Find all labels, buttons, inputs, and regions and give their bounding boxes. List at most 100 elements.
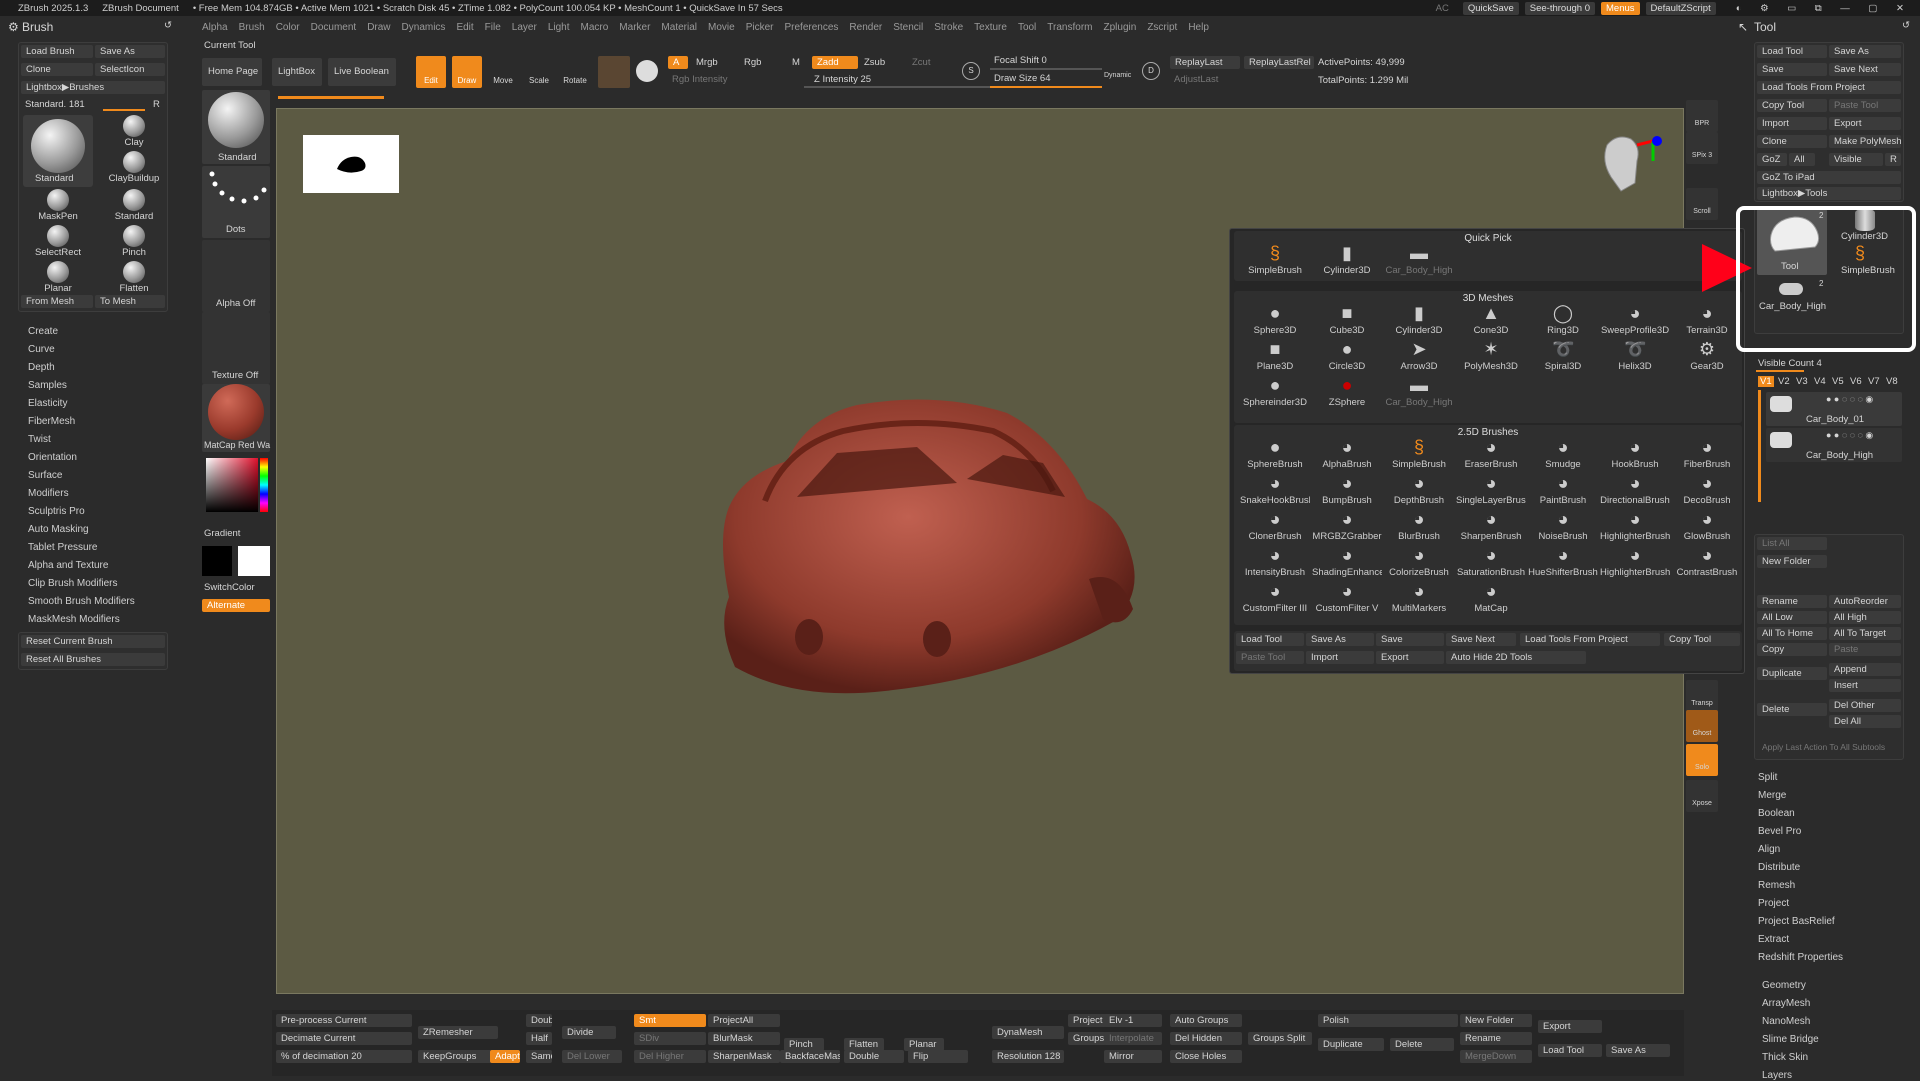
- tool-customfilter-iii[interactable]: ◕ CustomFilter III: [1240, 581, 1310, 614]
- home-page-button[interactable]: Home Page: [202, 58, 262, 86]
- bottom-duplicate[interactable]: Duplicate: [1318, 1038, 1384, 1051]
- menu-zplugin[interactable]: Zplugin: [1104, 22, 1137, 33]
- bottom-load-tool[interactable]: Load Tool: [1538, 1044, 1602, 1057]
- brush-menu-alpha-and-texture[interactable]: Alpha and Texture: [28, 560, 108, 571]
- tool-sharpenbrush[interactable]: ◕ SharpenBrush: [1456, 509, 1526, 542]
- alpha-slot[interactable]: Alpha Off: [202, 240, 270, 312]
- menu-texture[interactable]: Texture: [974, 22, 1007, 33]
- tool-terrain3d[interactable]: ◕ Terrain3D: [1672, 303, 1742, 336]
- bottom-pre-process-current[interactable]: Pre-process Current: [276, 1014, 412, 1027]
- subtool-all-low-button[interactable]: All Low: [1757, 611, 1827, 624]
- stroke-dots-slot[interactable]: Dots: [202, 166, 270, 238]
- brush-menu-orientation[interactable]: Orientation: [28, 452, 77, 463]
- tool-simplebrush[interactable]: § SimpleBrush: [1384, 437, 1454, 470]
- subtool-autoreorder-button[interactable]: AutoReorder: [1829, 595, 1901, 608]
- tool-sphere3d[interactable]: ● Sphere3D: [1240, 303, 1310, 336]
- bottom-double[interactable]: Double: [526, 1014, 552, 1027]
- focal-shift-slider[interactable]: Focal Shift 0: [994, 55, 1047, 66]
- popup-load-tools-from-project-button[interactable]: Load Tools From Project: [1520, 633, 1660, 646]
- tool-highlighterbrush[interactable]: ◕ HighlighterBrush: [1600, 509, 1670, 542]
- brush-slot-clay[interactable]: Clay: [101, 115, 167, 149]
- replay-last-rel-button[interactable]: ReplayLastRel: [1244, 56, 1314, 69]
- tool-mrgbzgrabber[interactable]: ◕ MRGBZGrabber: [1312, 509, 1382, 542]
- move-button[interactable]: Move: [488, 56, 518, 88]
- brush-menu-maskmesh-modifiers[interactable]: MaskMesh Modifiers: [28, 614, 120, 625]
- standard-brush-slot[interactable]: Standard: [202, 90, 270, 164]
- tool-glowbrush[interactable]: ◕ GlowBrush: [1672, 509, 1742, 542]
- menu-transform[interactable]: Transform: [1047, 22, 1092, 33]
- eye-icon[interactable]: ● ● ◌ ◌ ◌ ◉: [1826, 430, 1873, 441]
- brush-slot-planar[interactable]: Planar: [25, 261, 91, 295]
- subtool-version-v8[interactable]: V8: [1884, 376, 1900, 387]
- subtool-all-high-button[interactable]: All High: [1829, 611, 1901, 624]
- default-zscript-button[interactable]: DefaultZScript: [1645, 1, 1716, 15]
- subtool-item-1[interactable]: Car_Body_01 ● ● ◌ ◌ ◌ ◉: [1766, 392, 1902, 426]
- save-as-button[interactable]: Save As: [95, 45, 165, 58]
- tool-hueshifterbrush[interactable]: ◕ HueShifterBrush: [1528, 545, 1598, 578]
- quicksave-button[interactable]: QuickSave: [1462, 1, 1519, 15]
- tool-customfilter-v[interactable]: ◕ CustomFilter V: [1312, 581, 1382, 614]
- bottom-half[interactable]: Half: [526, 1032, 552, 1045]
- navigation-gizmo[interactable]: [1575, 115, 1685, 205]
- gear-icon[interactable]: ⚙: [8, 20, 19, 34]
- tool-menu-boolean[interactable]: Boolean: [1758, 808, 1795, 819]
- tool-menu-nanomesh[interactable]: NanoMesh: [1762, 1016, 1810, 1027]
- menu-help[interactable]: Help: [1188, 22, 1209, 33]
- tool-eraserbrush[interactable]: ◕ EraserBrush: [1456, 437, 1526, 470]
- scale-button[interactable]: Scale: [524, 56, 554, 88]
- tool-menu-project[interactable]: Project: [1758, 898, 1789, 909]
- menu-layer[interactable]: Layer: [512, 22, 537, 33]
- palette-dock-icon[interactable]: ↺: [1902, 20, 1910, 31]
- subtool-delete-button[interactable]: Delete: [1757, 703, 1827, 716]
- menu-dynamics[interactable]: Dynamics: [402, 22, 446, 33]
- menu-file[interactable]: File: [485, 22, 501, 33]
- bottom-adapt[interactable]: Adapt: [490, 1050, 520, 1063]
- palette-dock-icon[interactable]: ↺: [164, 20, 172, 31]
- bottom-sharpenmask[interactable]: SharpenMask: [708, 1050, 780, 1063]
- menu-picker[interactable]: Picker: [746, 22, 774, 33]
- subtool-paste-button[interactable]: Paste: [1829, 643, 1901, 656]
- brush-menu-surface[interactable]: Surface: [28, 470, 62, 481]
- menu-stroke[interactable]: Stroke: [934, 22, 963, 33]
- a-button[interactable]: A: [668, 56, 688, 69]
- tool-alphabrush[interactable]: ◕ AlphaBrush: [1312, 437, 1382, 470]
- texture-slot[interactable]: Texture Off: [202, 312, 270, 384]
- tool-fiberbrush[interactable]: ◕ FiberBrush: [1672, 437, 1742, 470]
- brush-menu-depth[interactable]: Depth: [28, 362, 55, 373]
- tool-snakehookbrush[interactable]: ◕ SnakeHookBrush: [1240, 473, 1310, 506]
- subtool-all-to-target-button[interactable]: All To Target: [1829, 627, 1901, 640]
- subtool-version-v2[interactable]: V2: [1776, 376, 1792, 387]
- menu-edit[interactable]: Edit: [456, 22, 473, 33]
- tool-cylinder3d[interactable]: ▮ Cylinder3D: [1312, 243, 1382, 276]
- tool-depthbrush[interactable]: ◕ DepthBrush: [1384, 473, 1454, 506]
- brush-menu-create[interactable]: Create: [28, 326, 58, 337]
- bottom-interpolate[interactable]: Interpolate: [1104, 1032, 1162, 1045]
- bottom-zremesher[interactable]: ZRemesher: [418, 1026, 498, 1039]
- tool-menu-slime-bridge[interactable]: Slime Bridge: [1762, 1034, 1819, 1045]
- bottom-del-lower[interactable]: Del Lower: [562, 1050, 622, 1063]
- brush-slot-flatten[interactable]: Flatten: [101, 261, 167, 295]
- tool-save-as-button[interactable]: Save As: [1829, 45, 1901, 58]
- tool-singlelayerbrush[interactable]: ◕ SingleLayerBrush: [1456, 473, 1526, 506]
- color-picker[interactable]: [202, 454, 270, 526]
- tool-export-button[interactable]: Export: [1829, 117, 1901, 130]
- z-intensity-track[interactable]: [804, 86, 1014, 88]
- tool-shadingenhance[interactable]: ◕ ShadingEnhance: [1312, 545, 1382, 578]
- subtool-rename-button[interactable]: Rename: [1757, 595, 1827, 608]
- subtool-apply-last-action-to-all-subtools-button[interactable]: Apply Last Action To All Subtools: [1757, 741, 1901, 754]
- rgb-intensity-slider[interactable]: Rgb Intensity: [672, 74, 727, 85]
- tool-menu-extract[interactable]: Extract: [1758, 934, 1789, 945]
- edit-button[interactable]: Edit: [416, 56, 446, 88]
- tool-paintbrush[interactable]: ◕ PaintBrush: [1528, 473, 1598, 506]
- tool-save-next-button[interactable]: Save Next: [1829, 63, 1901, 76]
- brush-slot-pinch[interactable]: Pinch: [101, 225, 167, 259]
- bottom-keepgroups[interactable]: KeepGroups: [418, 1050, 498, 1063]
- menu-document[interactable]: Document: [311, 22, 357, 33]
- menu-stencil[interactable]: Stencil: [893, 22, 923, 33]
- popup-paste-tool-button[interactable]: Paste Tool: [1236, 651, 1304, 664]
- eye-icon[interactable]: ● ● ◌ ◌ ◌ ◉: [1826, 394, 1873, 405]
- tool-clonerbrush[interactable]: ◕ ClonerBrush: [1240, 509, 1310, 542]
- bottom-rename[interactable]: Rename: [1460, 1032, 1532, 1045]
- tool-menu-merge[interactable]: Merge: [1758, 790, 1786, 801]
- shelf-scroll[interactable]: Scroll: [1686, 188, 1718, 220]
